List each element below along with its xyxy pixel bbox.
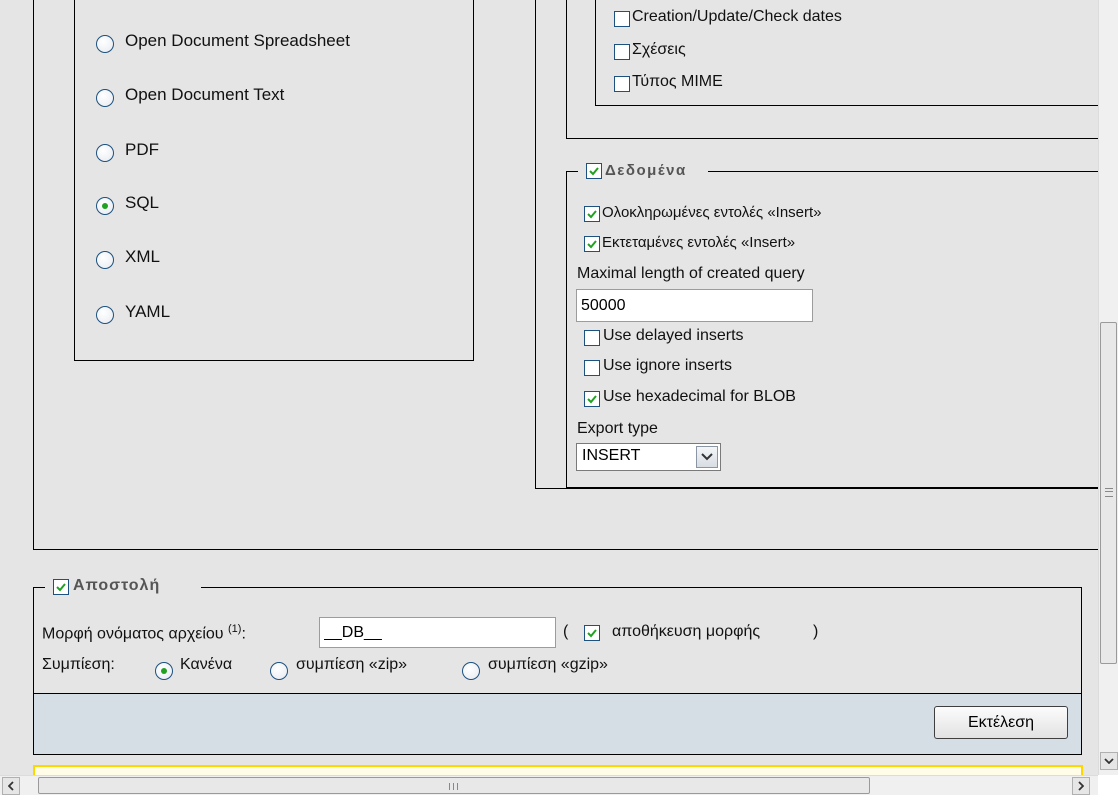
structure-relations-label[interactable]: Σχέσεις bbox=[632, 41, 686, 59]
format-label-xml[interactable]: XML bbox=[125, 247, 160, 267]
filename-template-input[interactable] bbox=[319, 617, 556, 648]
compression-label: Συμπίεση: bbox=[42, 656, 115, 673]
scroll-down-button[interactable] bbox=[1100, 752, 1118, 770]
format-label-pdf[interactable]: PDF bbox=[125, 140, 159, 160]
format-radio-odt[interactable] bbox=[96, 89, 114, 107]
grip-icon bbox=[449, 783, 458, 790]
format-label-odt[interactable]: Open Document Text bbox=[125, 85, 284, 105]
structure-mime-checkbox[interactable] bbox=[614, 76, 630, 92]
send-fieldset-right bbox=[1081, 587, 1082, 755]
right-arrow-icon bbox=[1078, 781, 1084, 791]
down-arrow-icon bbox=[1104, 758, 1114, 764]
go-button[interactable]: Εκτέλεση bbox=[934, 706, 1068, 739]
extended-inserts-checkbox[interactable] bbox=[584, 236, 600, 252]
format-radio-yaml[interactable] bbox=[96, 306, 114, 324]
checkmark-icon bbox=[587, 240, 597, 249]
checkmark-icon bbox=[589, 167, 599, 176]
options-outer-left-border bbox=[535, 0, 536, 488]
options-outer-bottom-border bbox=[535, 488, 1098, 489]
data-fieldset-top-border-right bbox=[708, 171, 1098, 172]
complete-inserts-checkbox[interactable] bbox=[584, 206, 600, 222]
paren-close: ) bbox=[813, 623, 819, 640]
remember-template-label[interactable]: αποθήκευση μορφής bbox=[612, 623, 760, 641]
max-length-label: Maximal length of created query bbox=[577, 265, 805, 282]
filename-label: Μορφή ονόματος αρχείου (1): bbox=[42, 623, 246, 643]
export-type-select[interactable]: INSERT bbox=[576, 443, 721, 471]
filename-colon: : bbox=[241, 625, 246, 643]
structure-outer-left-border bbox=[566, 0, 567, 138]
format-radio-xml[interactable] bbox=[96, 251, 114, 269]
ignore-inserts-checkbox[interactable] bbox=[584, 360, 600, 376]
extended-inserts-label[interactable]: Εκτεταμένες εντολές «Insert» bbox=[602, 234, 795, 251]
export-type-label: Export type bbox=[577, 420, 658, 437]
data-fieldset-left-border bbox=[566, 171, 567, 487]
format-box-bottom-border bbox=[74, 360, 474, 361]
compression-gzip-label[interactable]: συμπίεση «gzip» bbox=[488, 656, 608, 674]
vertical-scrollbar[interactable] bbox=[1098, 0, 1118, 775]
format-label-sql[interactable]: SQL bbox=[125, 193, 159, 213]
delayed-inserts-label[interactable]: Use delayed inserts bbox=[603, 327, 744, 345]
filename-label-text: Μορφή ονόματος αρχείου bbox=[42, 625, 224, 643]
format-label-ods[interactable]: Open Document Spreadsheet bbox=[125, 31, 350, 51]
structure-relations-checkbox[interactable] bbox=[614, 44, 630, 60]
hex-blob-checkbox[interactable] bbox=[584, 391, 600, 407]
structure-outer-bottom-border bbox=[566, 138, 1098, 139]
ignore-inserts-label[interactable]: Use ignore inserts bbox=[603, 357, 732, 375]
export-page: Open Document Spreadsheet Open Document … bbox=[0, 0, 1098, 775]
send-fieldset-bottom bbox=[33, 754, 1082, 755]
format-box-left-border bbox=[74, 0, 75, 360]
send-fieldset-top-left bbox=[33, 587, 45, 588]
delayed-inserts-checkbox[interactable] bbox=[584, 330, 600, 346]
format-radio-ods[interactable] bbox=[96, 35, 114, 53]
compression-zip-radio[interactable] bbox=[270, 662, 288, 680]
paren-open: ( bbox=[563, 623, 569, 640]
data-section-checkbox[interactable] bbox=[586, 163, 602, 179]
chevron-down-icon[interactable] bbox=[696, 446, 718, 468]
notice-bar bbox=[33, 765, 1083, 775]
format-label-yaml[interactable]: YAML bbox=[125, 302, 170, 322]
send-legend[interactable]: Αποστολή bbox=[70, 577, 164, 595]
checkmark-icon bbox=[587, 395, 597, 404]
horizontal-scrollbar[interactable] bbox=[0, 775, 1098, 795]
horizontal-scroll-thumb[interactable] bbox=[38, 777, 870, 794]
format-panel-bottom-border bbox=[33, 549, 1098, 550]
left-arrow-icon bbox=[8, 781, 14, 791]
data-section-legend[interactable]: Δεδομένα bbox=[602, 162, 690, 179]
structure-dates-label[interactable]: Creation/Update/Check dates bbox=[632, 8, 842, 26]
compression-none-radio[interactable] bbox=[155, 662, 173, 680]
grip-icon bbox=[1105, 488, 1113, 497]
vertical-scroll-thumb[interactable] bbox=[1100, 322, 1117, 664]
format-panel-left-border bbox=[33, 0, 34, 549]
export-type-value: INSERT bbox=[582, 447, 641, 464]
checkmark-icon bbox=[56, 583, 66, 592]
structure-inner-bottom-border bbox=[595, 105, 1098, 106]
format-box-right-border bbox=[473, 0, 474, 360]
data-fieldset-bottom-border bbox=[566, 487, 1098, 488]
scroll-right-button[interactable] bbox=[1072, 777, 1090, 795]
send-fieldset-top-right bbox=[201, 587, 1082, 588]
compression-gzip-radio[interactable] bbox=[462, 662, 480, 680]
structure-dates-checkbox[interactable] bbox=[614, 11, 630, 27]
structure-inner-left-border bbox=[595, 0, 596, 105]
compression-none-label[interactable]: Κανένα bbox=[180, 656, 232, 674]
max-length-input[interactable] bbox=[576, 289, 813, 322]
complete-inserts-label[interactable]: Ολοκληρωμένες εντολές «Insert» bbox=[602, 204, 822, 221]
format-radio-sql[interactable] bbox=[96, 197, 114, 215]
send-checkbox[interactable] bbox=[53, 579, 69, 595]
structure-mime-label[interactable]: Τύπος MIME bbox=[632, 73, 723, 91]
format-radio-pdf[interactable] bbox=[96, 144, 114, 162]
send-footer bbox=[34, 693, 1081, 754]
hex-blob-label[interactable]: Use hexadecimal for BLOB bbox=[603, 388, 796, 406]
scroll-left-button[interactable] bbox=[2, 777, 20, 795]
checkmark-icon bbox=[587, 629, 597, 638]
filename-footnote: (1) bbox=[228, 623, 242, 635]
compression-zip-label[interactable]: συμπίεση «zip» bbox=[296, 656, 407, 674]
data-fieldset-top-border-left bbox=[566, 171, 578, 172]
remember-template-checkbox[interactable] bbox=[584, 625, 600, 641]
checkmark-icon bbox=[587, 210, 597, 219]
